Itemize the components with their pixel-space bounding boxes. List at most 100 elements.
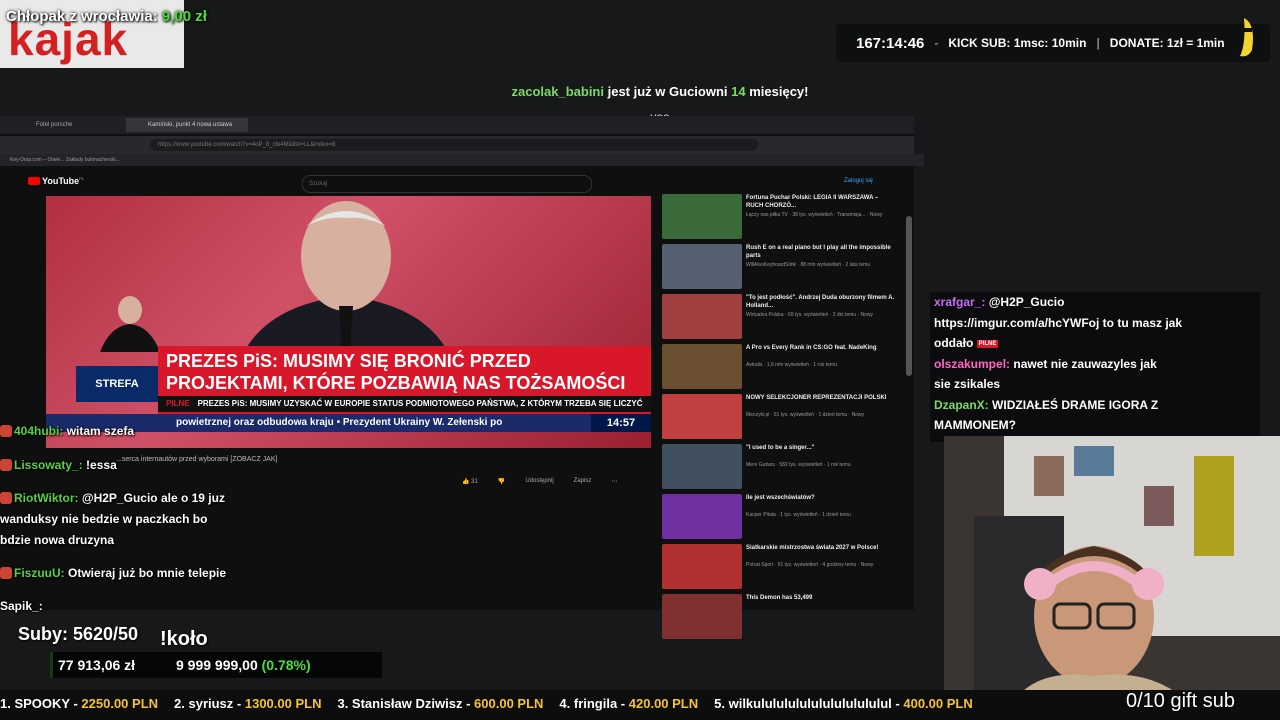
youtube-play-icon — [28, 177, 40, 185]
recommended-meta: Mere Guitars · 582 tys. wyświetleń · 1 r… — [746, 462, 851, 468]
video-thumbnail[interactable] — [662, 394, 742, 439]
goal-progress-fill — [50, 652, 53, 678]
recommended-video[interactable]: Ile jest wszechświatów? Kacper Pitala · 1… — [662, 494, 902, 540]
recommended-meta: Łączy nas piłka TV · 38 tys. wyświetleń … — [746, 212, 883, 218]
separator: - — [934, 36, 939, 50]
youtube-logo[interactable]: YouTubePL — [28, 176, 84, 186]
chat-message: 404hubi: witam szefa — [0, 424, 134, 438]
recommended-video[interactable]: "To jest podłość". Andrzej Duda oburzony… — [662, 294, 902, 340]
video-thumbnail[interactable] — [662, 544, 742, 589]
recommended-title[interactable]: Rush E on a real piano but I play all th… — [746, 244, 896, 260]
browser-tab-1[interactable]: Fotel porsche — [14, 118, 136, 132]
recommended-title[interactable]: This Demon has 53,499 — [746, 594, 896, 602]
chat-text: bdzie nowa druzyna — [0, 533, 115, 547]
login-button[interactable]: Zaloguj się — [844, 178, 873, 184]
recommended-meta: Astralis · 1,6 mln wyświetleń · 1 rok te… — [746, 362, 837, 368]
chat-text: MAMMONEM? — [934, 418, 1016, 432]
chat-text: wanduksy nie bedzie w paczkach bo — [0, 512, 208, 526]
youtube-search-input[interactable]: Szukaj — [302, 175, 592, 193]
banana-mascot-icon — [1232, 14, 1262, 60]
video-thumbnail[interactable] — [662, 194, 742, 239]
video-thumbnail[interactable] — [662, 444, 742, 489]
chat-message: Sapik_: — [0, 599, 43, 613]
sub-notification: zacolak_babini jest już w Guciowni 14 mi… — [0, 84, 1280, 99]
save-button[interactable]: Zapisz — [574, 478, 592, 485]
address-bar[interactable]: https://www.youtube.com/watch?v=4oP_8_ct… — [150, 139, 758, 151]
recommended-title[interactable]: Ile jest wszechświatów? — [746, 494, 896, 502]
recommended-video[interactable]: A Pro vs Every Rank in CS:GO feat. NadeK… — [662, 344, 902, 390]
more-options-icon[interactable]: ⋯ — [611, 478, 617, 485]
recommended-title[interactable]: A Pro vs Every Rank in CS:GO feat. NadeK… — [746, 344, 896, 352]
browser-window: Fotel porsche Kamiński, punkt 4 nowa ust… — [0, 116, 924, 639]
chat-text: sie zsikales — [934, 377, 1001, 391]
notif-text-2: miesięcy! — [749, 84, 809, 99]
chat-badge-icon — [0, 492, 12, 504]
goal-percent: (0.78%) — [261, 657, 311, 673]
recommended-meta: WillAlsoKeyboardSlink · 88 mln wyświetle… — [746, 262, 871, 268]
news-clock: 14:57 — [591, 414, 651, 432]
chat-text: !essa — [86, 458, 117, 472]
donation-user: Chłopak z wrocławia: — [6, 8, 158, 25]
chat-user: RiotWiktor: — [14, 491, 79, 505]
chat-text: WIDZIAŁEŚ DRAME IGORA Z — [992, 398, 1159, 412]
donation-alert: Chłopak z wrocławia: 9,00 zł — [6, 8, 207, 25]
recommended-video[interactable]: NOWY SELEKCJONER REPREZENTACJI POLSKI Mec… — [662, 394, 902, 440]
separator: | — [1096, 36, 1100, 50]
donor-amount: 600.00 PLN — [474, 696, 544, 711]
video-player[interactable]: PREZES PiS: MUSIMY SIĘ BRONIĆ PRZED PROJ… — [46, 196, 651, 448]
speaker-figure — [236, 201, 456, 371]
video-thumbnail[interactable] — [662, 494, 742, 539]
chat-text: https://imgur.com/a/hcYWFoj to tu masz j… — [934, 316, 1183, 330]
gift-sub-counter: 0/10 gift sub — [1126, 690, 1235, 712]
news-ticker: powietrznej oraz odbudowa kraju • Prezyd… — [46, 414, 651, 432]
sub-counter: Suby: 5620/50 — [18, 624, 139, 644]
sidebar-scrollbar[interactable] — [906, 216, 912, 376]
tab-bar: Fotel porsche Kamiński, punkt 4 nowa ust… — [0, 116, 914, 134]
video-thumbnail[interactable] — [662, 294, 742, 339]
donor-amount: 2250.00 PLN — [81, 696, 159, 711]
recommended-video[interactable]: Fortuna Puchar Polski: LEGIA II WARSZAWA… — [662, 194, 902, 240]
chat-user: FiszuuU: — [14, 566, 65, 580]
donor-name: 2. syriusz - — [174, 696, 242, 711]
youtube-country-code: PL — [79, 176, 85, 181]
recommended-title[interactable]: Fortuna Puchar Polski: LEGIA II WARSZAWA… — [746, 194, 896, 210]
share-button[interactable]: Udostępnij — [525, 478, 553, 485]
bookmarks-bar[interactable]: Key-Drop.com – Otwie... Zakłady bukmache… — [0, 154, 924, 166]
pilne-tag: PILNE — [166, 399, 190, 408]
browser-tab-2[interactable]: Kamiński, punkt 4 nowa ustawa — [126, 118, 248, 132]
breaking-news-row: PILNE PREZES PiS: MUSIMY UZYSKAĆ W EUROPI… — [158, 396, 651, 412]
recommended-video[interactable]: Siatkarskie mistrzostwa świata 2027 w Po… — [662, 544, 902, 590]
chat-text: witam szefa — [66, 424, 135, 438]
recommended-meta: Meczyki.pl · 51 tys. wyświetleń · 1 dzie… — [746, 412, 865, 418]
right-chat-panel: xrafgar_: @H2P_Gucio https://imgur.com/a… — [930, 292, 1260, 442]
dislike-icon[interactable]: 👎 — [498, 478, 505, 485]
recommended-video[interactable]: Rush E on a real piano but I play all th… — [662, 244, 902, 290]
video-thumbnail[interactable] — [662, 594, 742, 639]
video-thumbnail[interactable] — [662, 244, 742, 289]
recommended-video[interactable]: This Demon has 53,499 — [662, 594, 902, 640]
recommended-title[interactable]: Siatkarskie mistrzostwa świata 2027 w Po… — [746, 544, 896, 552]
recommended-video[interactable]: "I used to be a singer..." Mere Guitars ·… — [662, 444, 902, 490]
donor-name: 3. Stanisław Dziwisz - — [337, 696, 471, 711]
top-donor: 3. Stanisław Dziwisz - 600.00 PLN — [337, 696, 543, 711]
top-donor: 1. SPOOKY - 2250.00 PLN — [0, 696, 158, 711]
news-headline: PREZES PiS: MUSIMY SIĘ BRONIĆ PRZED PROJ… — [166, 351, 626, 393]
notif-user: zacolak_babini — [511, 84, 604, 99]
recommended-title[interactable]: NOWY SELEKCJONER REPREZENTACJI POLSKI — [746, 394, 896, 402]
wheel-command: !koło — [160, 628, 208, 650]
video-thumbnail[interactable] — [662, 344, 742, 389]
recommended-meta: Polsat Sport · 91 tys. wyświetleń · 4 go… — [746, 562, 874, 568]
streamer-webcam — [944, 436, 1280, 720]
chat-text: oddało — [934, 336, 974, 350]
recommended-title[interactable]: "I used to be a singer..." — [746, 444, 896, 452]
recommended-title[interactable]: "To jest podłość". Andrzej Duda oburzony… — [746, 294, 896, 310]
stream-info-bar: 167:14:46 - KICK SUB: 1msc: 10min | DONA… — [836, 24, 1270, 62]
youtube-logo-text: YouTube — [42, 176, 80, 186]
donor-amount: 420.00 PLN — [628, 696, 699, 711]
like-count: 31 — [471, 479, 478, 485]
donor-name: 4. fringila - — [559, 696, 626, 711]
goal-target: 9 999 999,00 (0.78%) — [176, 652, 311, 678]
like-button[interactable]: 👍 31 — [462, 478, 478, 485]
kick-sub-rate: KICK SUB: 1msc: 10min — [948, 36, 1087, 50]
donor-name: 1. SPOOKY - — [0, 696, 78, 711]
